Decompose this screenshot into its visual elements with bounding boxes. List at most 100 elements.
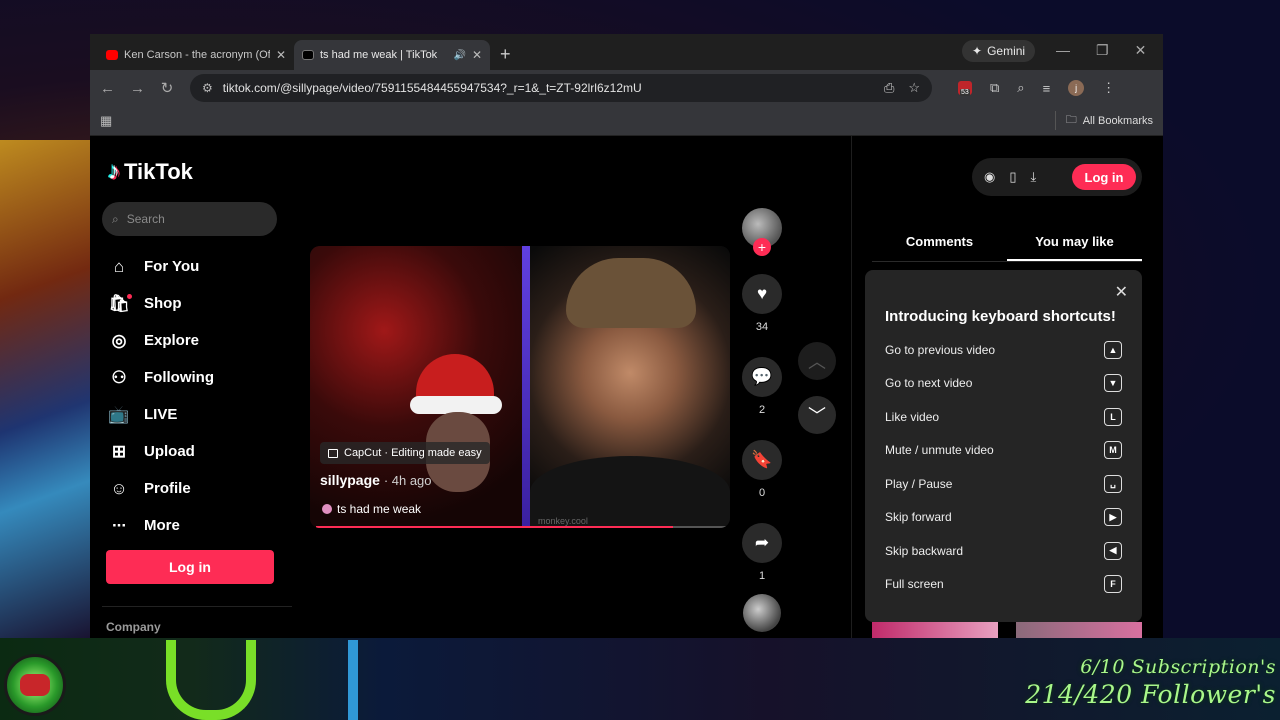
sidebar-login-button[interactable]: Log in — [106, 550, 274, 584]
restore-icon[interactable]: ❐ — [1096, 42, 1109, 59]
chevron-up-icon: ︿ — [808, 352, 826, 372]
follow-plus-icon[interactable]: + — [753, 238, 771, 256]
search-placeholder: Search — [126, 212, 165, 226]
sidebar-item-profile[interactable]: ☺ Profile — [108, 470, 214, 507]
close-tab-icon[interactable]: ✕ — [276, 48, 286, 62]
shortcut-label: Skip backward — [885, 543, 964, 558]
post-time: · 4h ago — [383, 473, 432, 488]
phone-icon[interactable]: ▯ — [1009, 169, 1016, 185]
video-progress-bar[interactable] — [316, 526, 726, 528]
extension-icon[interactable]: 53 — [958, 81, 972, 96]
more-icon: ··· — [112, 515, 127, 535]
emoji-icon — [322, 504, 332, 514]
shortcut-label: Skip forward — [885, 510, 952, 525]
tab-you-may-like[interactable]: You may like — [1007, 234, 1142, 261]
install-app-icon[interactable]: ⎙ — [884, 80, 894, 96]
video-author[interactable]: sillypage · 4h ago — [320, 472, 432, 488]
home-icon: ⌂ — [113, 256, 125, 276]
close-tab-icon[interactable]: ✕ — [472, 48, 482, 62]
gemini-button[interactable]: ✦ Gemini — [962, 40, 1036, 62]
bookmark-star-icon[interactable]: ☆ — [908, 80, 920, 96]
sidebar-nav: ⌂ For You 🛍 Shop ◎ Explore ⚇ Following 📺… — [108, 248, 214, 544]
gemini-label: Gemini — [987, 44, 1026, 58]
previous-video-button[interactable]: ︿ — [798, 342, 836, 380]
shortcut-label: Play / Pause — [885, 476, 953, 491]
tab-title: ts had me weak | TikTok — [320, 49, 438, 61]
close-window-icon[interactable]: ✕ — [1135, 42, 1147, 59]
bookmark-icon: 🔖 — [751, 450, 773, 469]
new-tab-button[interactable]: + — [500, 44, 511, 65]
tiktok-page: ♪ TikTok ⌕ Search ⌂ For You 🛍 Shop ◎ Exp… — [90, 136, 1163, 638]
address-bar[interactable]: ⚙ tiktok.com/@sillypage/video/7591155484… — [190, 74, 932, 102]
arrow-down-key-icon: ▼ — [1104, 374, 1122, 393]
search-tabs-icon[interactable]: ⌕ — [1017, 80, 1024, 96]
download-icon[interactable]: ⤓ — [1031, 169, 1037, 185]
share-icon: ➦ — [754, 533, 770, 552]
l-key-icon: L — [1104, 407, 1122, 426]
sidebar-item-label: Upload — [144, 443, 195, 460]
folder-icon: 🗀 — [1065, 114, 1077, 126]
logo-text: TikTok — [124, 159, 193, 184]
m-key-icon: M — [1104, 441, 1122, 460]
speaker-icon[interactable]: 🔊 — [453, 50, 465, 61]
tiktok-note-icon: ♪ — [108, 158, 120, 185]
sidebar-item-shop[interactable]: 🛍 Shop — [108, 285, 214, 322]
sound-disc-avatar[interactable] — [743, 594, 781, 632]
following-icon: ⚇ — [111, 367, 127, 387]
save-button[interactable]: 🔖 — [742, 440, 782, 480]
kebab-menu-icon[interactable]: ⋮ — [1102, 80, 1115, 96]
sidebar-item-label: For You — [144, 258, 200, 275]
site-info-icon[interactable]: ⚙ — [202, 81, 213, 95]
stream-logo-badge — [4, 654, 66, 716]
sidebar-item-live[interactable]: 📺 LIVE — [108, 396, 214, 433]
video-caption: ts had me weak — [322, 502, 421, 516]
sidebar-item-explore[interactable]: ◎ Explore — [108, 322, 214, 359]
tab-youtube[interactable]: Ken Carson - the acronym (Offi ✕ — [98, 40, 294, 70]
sidebar-item-more[interactable]: ··· More — [108, 507, 214, 544]
compass-icon: ◎ — [111, 330, 127, 350]
search-input[interactable]: ⌕ Search — [102, 202, 277, 236]
profile-avatar[interactable]: j — [1068, 80, 1085, 96]
apps-grid-icon[interactable]: ▦ — [100, 113, 112, 129]
header-login-button[interactable]: Log in — [1072, 164, 1136, 190]
comment-button[interactable]: 💬 — [742, 357, 782, 397]
f-key-icon: F — [1104, 575, 1122, 594]
sidebar-item-following[interactable]: ⚇ Following — [108, 359, 214, 396]
reload-icon[interactable]: ↻ — [160, 79, 174, 97]
recommended-thumbnail[interactable] — [872, 622, 998, 638]
extensions-area: 53 ⧉ ⌕ ≡ j ⋮ — [958, 80, 1115, 96]
tiktok-logo[interactable]: ♪ TikTok — [108, 158, 193, 186]
bookmarks-bar: ▦ 🗀 All Bookmarks — [90, 106, 1163, 136]
capcut-tag[interactable]: CapCut · Editing made easy — [320, 442, 490, 464]
media-queue-icon[interactable]: ≡ — [1043, 81, 1051, 96]
author-name[interactable]: sillypage — [320, 472, 380, 488]
url-text[interactable]: tiktok.com/@sillypage/video/759115548445… — [223, 81, 642, 95]
coins-icon[interactable]: ◉ — [984, 169, 995, 185]
share-button[interactable]: ➦ — [742, 523, 782, 563]
puzzle-icon[interactable]: ⧉ — [990, 80, 999, 96]
recommended-thumbnail[interactable] — [1016, 622, 1142, 638]
next-video-button[interactable]: ﹀ — [798, 396, 836, 434]
backdrop-neon-left — [0, 140, 92, 640]
sidebar-item-upload[interactable]: ⊞ Upload — [108, 433, 214, 470]
tab-comments[interactable]: Comments — [872, 234, 1007, 261]
forward-icon[interactable]: → — [130, 80, 145, 97]
shortcut-row: Like video L — [885, 400, 1122, 434]
share-count: 1 — [758, 570, 766, 582]
like-button[interactable]: ♥ — [742, 274, 782, 314]
shortcut-label: Mute / unmute video — [885, 443, 994, 458]
creator-avatar[interactable]: + — [742, 208, 782, 256]
video-watermark: monkey.cool — [538, 516, 588, 526]
sidebar-item-for-you[interactable]: ⌂ For You — [108, 248, 214, 285]
shortcut-row: Skip backward ◀ — [885, 534, 1122, 568]
close-icon[interactable]: ✕ — [1115, 282, 1128, 302]
video-player[interactable]: monkey.cool CapCut · Editing made easy s… — [310, 246, 730, 528]
back-icon[interactable]: ← — [100, 80, 115, 97]
footer-company-link[interactable]: Company — [106, 620, 161, 634]
right-tabs: Comments You may like — [872, 234, 1142, 262]
tab-tiktok[interactable]: ts had me weak | TikTok 🔊 ✕ — [294, 40, 490, 70]
shortcut-label: Full screen — [885, 577, 944, 592]
minimize-icon[interactable]: — — [1056, 42, 1070, 59]
arrow-up-key-icon: ▲ — [1104, 340, 1122, 359]
all-bookmarks-button[interactable]: 🗀 All Bookmarks — [1054, 111, 1153, 130]
